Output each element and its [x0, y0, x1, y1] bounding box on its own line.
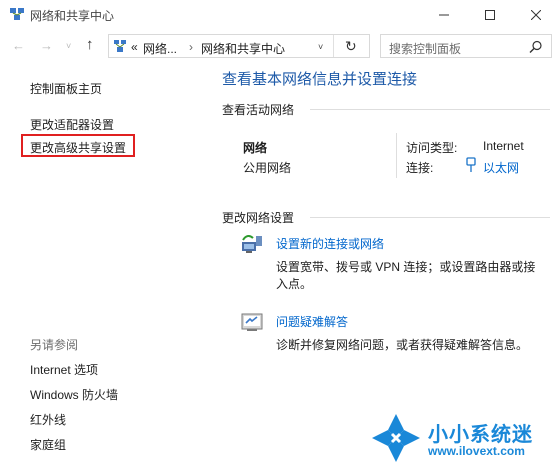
breadcrumb-network[interactable]: 网络... — [143, 40, 177, 57]
network-info-divider — [396, 133, 397, 178]
recent-pages-button[interactable]: ˅ — [66, 41, 71, 51]
see-also-windows-firewall[interactable]: Windows 防火墙 — [30, 386, 118, 403]
ethernet-icon — [466, 157, 476, 173]
new-connection-icon — [240, 232, 264, 256]
up-arrow-icon: ↑ — [86, 36, 94, 53]
watermark-logo-icon — [370, 412, 422, 464]
window-app-icon — [9, 7, 25, 21]
minimize-button[interactable] — [421, 0, 467, 30]
title-bar: 网络和共享中心 — [0, 0, 559, 30]
close-button[interactable] — [513, 0, 559, 30]
watermark-url: www.ilovext.com — [428, 444, 525, 458]
forward-arrow-icon: → — [40, 38, 53, 53]
forward-button[interactable]: → — [40, 38, 53, 53]
see-also-homegroup[interactable]: 家庭组 — [30, 436, 66, 453]
active-networks-divider — [310, 109, 550, 110]
close-icon — [531, 10, 541, 20]
chevron-down-icon: ˅ — [66, 41, 72, 51]
connection-label: 连接: — [406, 161, 434, 175]
setup-new-connection-desc-2: 入点。 — [276, 277, 313, 291]
change-settings-divider — [310, 217, 550, 218]
address-dropdown-icon[interactable]: ˅ — [318, 42, 323, 52]
address-divider — [333, 35, 334, 57]
network-folder-icon — [113, 39, 127, 53]
minimize-icon — [439, 14, 449, 16]
sidebar-link-change-advanced-sharing[interactable]: 更改高级共享设置 — [30, 139, 126, 156]
maximize-button[interactable] — [467, 0, 513, 30]
troubleshoot-desc: 诊断并修复网络问题，或者获得疑难解答信息。 — [276, 338, 529, 352]
change-network-settings-label: 更改网络设置 — [222, 211, 295, 225]
back-button[interactable]: ← — [12, 38, 25, 53]
back-arrow-icon: ← — [12, 38, 25, 53]
see-also-internet-options[interactable]: Internet 选项 — [30, 361, 98, 378]
network-name: 网络 — [243, 141, 268, 155]
sidebar-link-change-adapter-settings[interactable]: 更改适配器设置 — [30, 116, 114, 133]
breadcrumb-separator-icon: › — [189, 40, 193, 54]
see-also-infrared[interactable]: 红外线 — [30, 411, 66, 428]
see-also-label: 另请参阅 — [30, 338, 79, 352]
sidebar-link-control-panel-home[interactable]: 控制面板主页 — [30, 80, 102, 97]
access-type-label: 访问类型: — [406, 141, 458, 155]
breadcrumb-current[interactable]: 网络和共享中心 — [201, 40, 285, 57]
search-box[interactable]: 搜索控制面板 — [380, 34, 552, 58]
page-heading: 查看基本网络信息并设置连接 — [222, 71, 418, 88]
troubleshoot-icon — [240, 310, 264, 334]
address-box[interactable]: « 网络... › 网络和共享中心 ˅ ↻ — [108, 34, 370, 58]
refresh-icon[interactable]: ↻ — [345, 38, 357, 55]
setup-new-connection-desc-1: 设置宽带、拨号或 VPN 连接；或设置路由器或接 — [276, 260, 536, 274]
ethernet-link[interactable]: 以太网 — [483, 159, 519, 176]
maximize-icon — [485, 10, 495, 20]
window-title: 网络和共享中心 — [30, 9, 115, 23]
breadcrumb-overflow[interactable]: « — [131, 40, 138, 54]
active-networks-label: 查看活动网络 — [222, 103, 295, 117]
up-button[interactable]: ↑ — [86, 36, 94, 53]
troubleshoot-link[interactable]: 问题疑难解答 — [276, 313, 348, 330]
search-icon[interactable] — [529, 40, 543, 54]
setup-new-connection-link[interactable]: 设置新的连接或网络 — [276, 235, 384, 252]
search-placeholder: 搜索控制面板 — [389, 42, 462, 56]
access-type-value: Internet — [483, 139, 524, 153]
watermark-brand: 小小系统迷 — [428, 424, 533, 446]
network-type: 公用网络 — [243, 161, 292, 175]
navigation-bar: ← → ˅ ↑ « 网络... › 网络和共享中心 ˅ ↻ 搜索控制面板 — [0, 30, 559, 62]
